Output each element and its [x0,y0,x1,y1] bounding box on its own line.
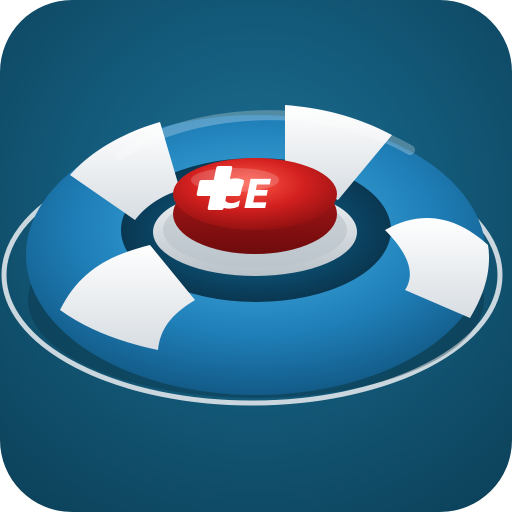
app-icon-tile[interactable]: CE [0,0,512,512]
lifebuoy-illustration: CE [1,105,503,406]
button-label: CE [209,170,276,217]
